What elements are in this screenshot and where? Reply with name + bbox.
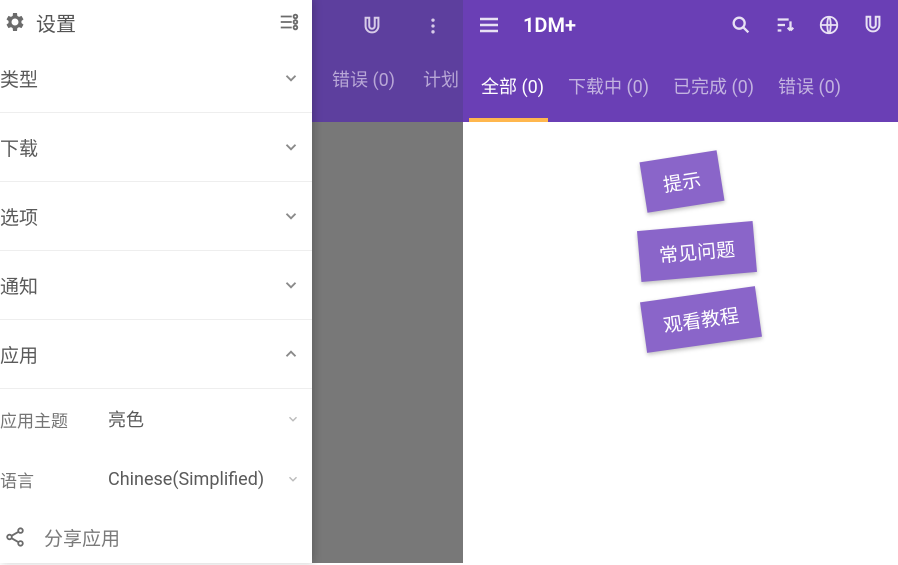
chevron-up-icon: [282, 345, 300, 363]
setting-theme[interactable]: 应用主题 亮色: [0, 389, 312, 449]
chevron-down-icon: [282, 138, 300, 156]
gear-icon: [2, 10, 26, 34]
obscured-header: 错误 (0) 计划: [312, 0, 463, 122]
setting-language[interactable]: 语言 Chinese(Simplified): [0, 449, 312, 509]
chevron-down-icon: [282, 207, 300, 225]
section-label: 应用: [0, 341, 38, 368]
section-label: 类型: [0, 65, 38, 92]
chevron-down-icon: [286, 472, 300, 486]
section-notifications[interactable]: 通知: [0, 251, 312, 320]
tab-downloading[interactable]: 下载中 (0): [556, 50, 661, 122]
section-label: 通知: [0, 272, 38, 299]
chevron-down-icon: [286, 412, 300, 426]
advanced-settings-icon[interactable]: [278, 11, 300, 33]
setting-value: Chinese(Simplified): [108, 469, 286, 490]
setting-label: 语言: [0, 467, 108, 492]
main-header: 1DM+: [463, 0, 898, 50]
browser-icon[interactable]: [818, 14, 840, 36]
sort-icon[interactable]: [774, 14, 796, 36]
main-tabs: 全部 (0) 下载中 (0) 已完成 (0) 错误 (0): [463, 50, 898, 122]
tab-errors-behind[interactable]: 错误 (0): [332, 66, 395, 92]
magnet-icon[interactable]: [862, 14, 884, 36]
app-title: 1DM+: [523, 13, 576, 37]
setting-value: 亮色: [108, 406, 286, 432]
share-icon: [4, 526, 26, 548]
settings-header: 设置: [0, 0, 312, 44]
section-options[interactable]: 选项: [0, 182, 312, 251]
chevron-down-icon: [282, 69, 300, 87]
tab-all[interactable]: 全部 (0): [469, 50, 556, 122]
setting-label: 应用主题: [0, 407, 108, 432]
section-label: 下载: [0, 134, 38, 161]
share-app[interactable]: 分享应用: [0, 509, 312, 565]
main-panel: 1DM+ 全部 (0) 下载中 (0) 已完成 (0) 错误 (0) 提示 常见…: [463, 0, 898, 563]
overflow-menu-icon[interactable]: [423, 16, 443, 36]
magnet-icon[interactable]: [361, 15, 383, 37]
settings-title: 设置: [36, 8, 278, 37]
card-faq[interactable]: 常见问题: [637, 221, 757, 282]
section-app[interactable]: 应用: [0, 320, 312, 389]
share-label: 分享应用: [44, 524, 120, 551]
card-tips[interactable]: 提示: [639, 150, 724, 213]
section-type[interactable]: 类型: [0, 44, 312, 113]
settings-panel: 设置 类型 下载 选项 通知 应用 应用主题 亮色 语言 Chinese(Sim…: [0, 0, 312, 563]
tab-completed[interactable]: 已完成 (0): [661, 50, 766, 122]
chevron-down-icon: [282, 276, 300, 294]
section-label: 选项: [0, 203, 38, 230]
tab-errors[interactable]: 错误 (0): [766, 50, 853, 122]
card-tutorial[interactable]: 观看教程: [640, 286, 762, 353]
search-icon[interactable]: [730, 14, 752, 36]
tab-schedule-behind[interactable]: 计划: [423, 66, 459, 92]
section-download[interactable]: 下载: [0, 113, 312, 182]
hamburger-menu-icon[interactable]: [477, 13, 501, 37]
